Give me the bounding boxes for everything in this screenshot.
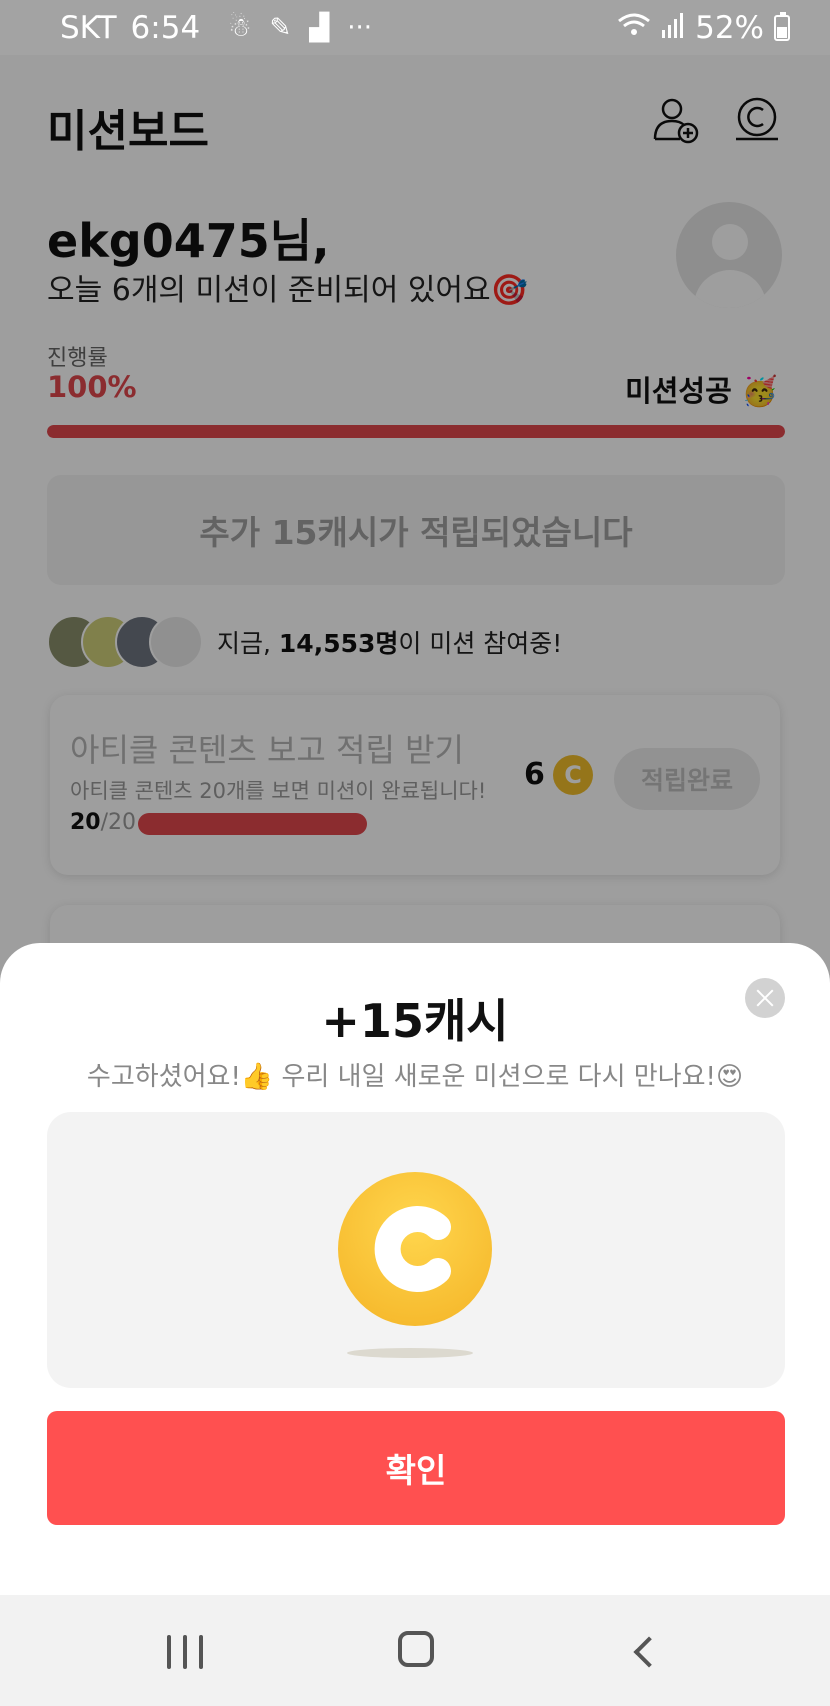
recent-apps-icon[interactable] (167, 1635, 203, 1669)
app-notification-icon: ☃ (228, 12, 252, 43)
reward-title: +15캐시 (321, 994, 509, 1048)
battery-icon (774, 11, 790, 41)
coin-shadow (347, 1348, 473, 1358)
more-notifications-icon: ··· (347, 12, 373, 43)
confirm-button[interactable]: 확인 (47, 1411, 785, 1525)
close-icon[interactable] (745, 978, 785, 1018)
back-icon[interactable] (633, 1636, 665, 1668)
pen-icon: ✎ (269, 12, 292, 43)
wifi-icon (617, 10, 651, 46)
coin-icon (338, 1172, 492, 1326)
clock: 6:54 (130, 9, 201, 46)
coin-illustration-box (47, 1112, 785, 1388)
reward-message: 수고하셨어요!👍 우리 내일 새로운 미션으로 다시 만나요!😍 (86, 1062, 744, 1092)
stairs-icon: ▟ (309, 12, 330, 43)
carrier: SKT (60, 9, 117, 46)
reward-bottom-sheet: +15캐시 수고하셨어요!👍 우리 내일 새로운 미션으로 다시 만나요!😍 확… (0, 943, 830, 1595)
navigation-bar (0, 1595, 830, 1706)
signal-icon (661, 10, 685, 46)
home-icon[interactable] (398, 1631, 434, 1667)
battery-percent: 52% (695, 9, 764, 46)
status-bar: SKT 6:54 ☃ ✎ ▟ ··· 52% (0, 0, 830, 55)
